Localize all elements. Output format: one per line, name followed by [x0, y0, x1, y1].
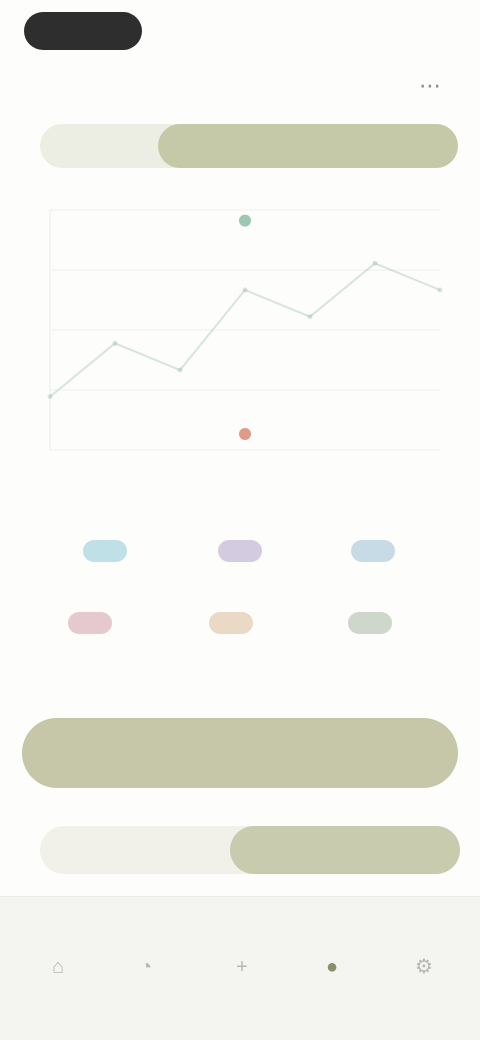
data-point[interactable] [112, 340, 118, 346]
category-2[interactable] [185, 540, 295, 590]
toggle-option-right[interactable] [230, 826, 460, 874]
user-icon: ● [325, 956, 339, 978]
bottom-nav: ⌂ ◔ + ● ⚙ [0, 896, 480, 1040]
nav-item-profile[interactable]: ● [292, 955, 372, 1005]
category-swatch [68, 612, 112, 634]
data-point[interactable] [437, 287, 443, 293]
category-swatch [218, 540, 262, 562]
data-point[interactable] [372, 260, 378, 266]
app-screen: ⋯ ⌂ ◔ + ● ⚙ [0, 0, 480, 1040]
plus-icon: + [236, 956, 248, 978]
category-4[interactable] [35, 612, 145, 662]
view-toggle [40, 826, 460, 874]
segmented-control [40, 124, 458, 168]
nav-item-add[interactable]: + [202, 955, 282, 1005]
chart-marker-1[interactable] [239, 428, 251, 440]
category-swatch [348, 612, 392, 634]
chart-canvas [47, 209, 443, 451]
nav-item-stats[interactable]: ◔ [106, 955, 186, 1005]
stats-icon: ◔ [139, 956, 153, 978]
segment-second[interactable] [158, 124, 458, 168]
category-swatch [351, 540, 395, 562]
category-5[interactable] [176, 612, 286, 662]
data-point[interactable] [242, 287, 248, 293]
toggle-option-left[interactable] [40, 826, 230, 874]
category-3[interactable] [318, 540, 428, 590]
nav-item-settings[interactable]: ⚙ [384, 955, 464, 1005]
category-swatch [209, 612, 253, 634]
primary-button[interactable] [22, 718, 458, 788]
more-icon[interactable]: ⋯ [416, 72, 444, 100]
chart-marker-0[interactable] [239, 214, 251, 227]
status-pill[interactable] [24, 12, 142, 50]
categories-grid [40, 540, 440, 670]
chart [20, 190, 460, 490]
settings-icon: ⚙ [415, 956, 433, 978]
category-1[interactable] [50, 540, 160, 590]
status-bar [0, 0, 480, 60]
data-point[interactable] [307, 314, 313, 320]
data-point[interactable] [177, 367, 183, 373]
category-swatch [83, 540, 127, 562]
segment-first[interactable] [40, 124, 158, 168]
home-icon: ⌂ [51, 956, 65, 978]
category-6[interactable] [315, 612, 425, 662]
nav-item-home[interactable]: ⌂ [18, 955, 98, 1005]
data-point[interactable] [47, 394, 53, 400]
